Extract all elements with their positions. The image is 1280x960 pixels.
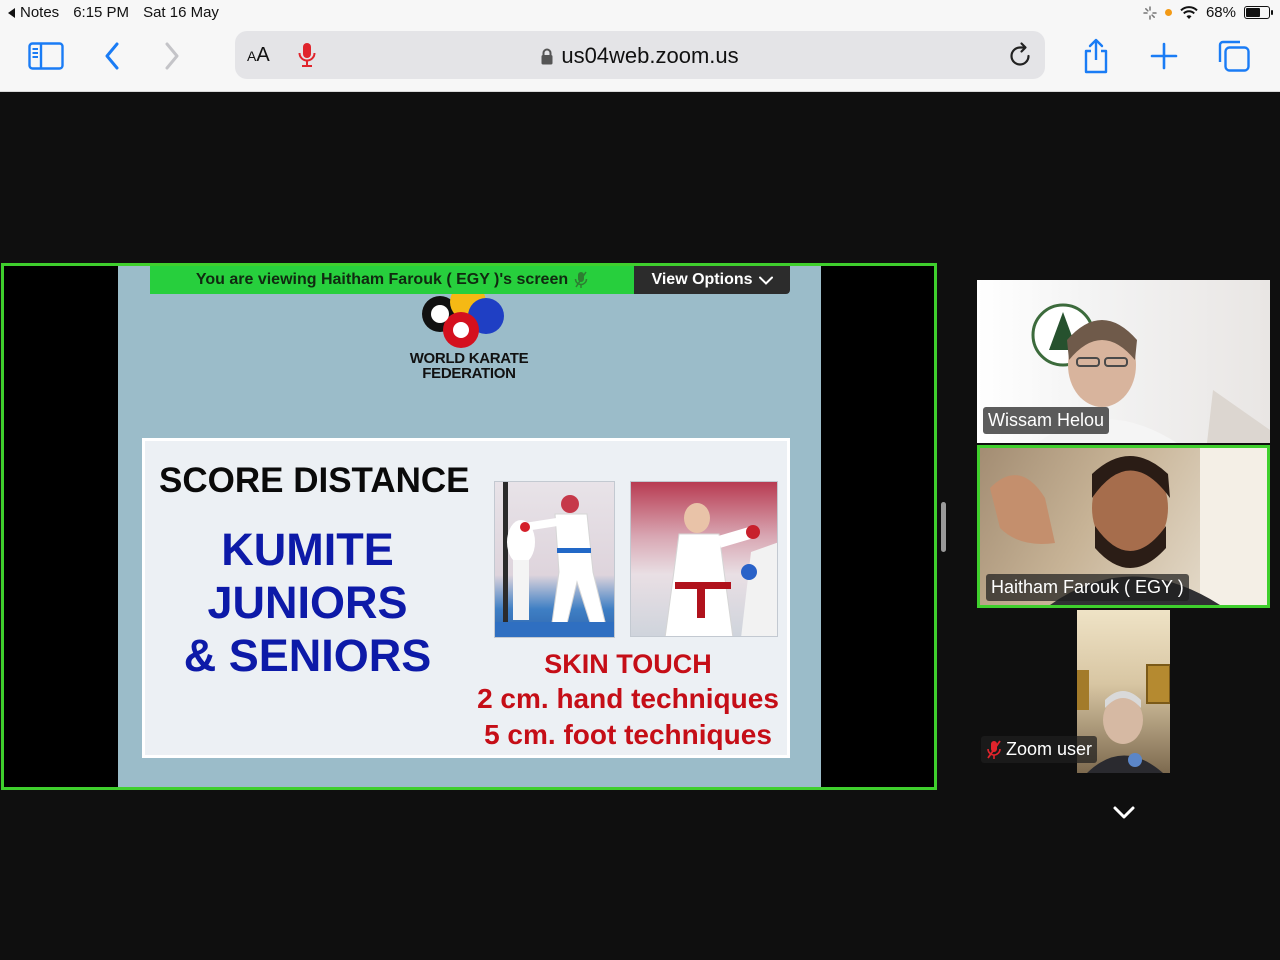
viewing-banner-text: You are viewing Haitham Farouk ( EGY )'s…: [195, 271, 569, 288]
recording-dot-icon: [1164, 9, 1172, 16]
kumite-line3: & SENIORS: [183, 630, 432, 681]
view-options-button[interactable]: View Options: [634, 266, 790, 294]
tabs-overview-button[interactable]: [1214, 36, 1254, 76]
shared-screen-view: WORLD KARATE FEDERATION SCORE DISTANCE K…: [1, 263, 937, 790]
url-text: us04web.zoom.us: [561, 43, 739, 68]
karate-photo-2: [630, 481, 778, 637]
kumite-heading: KUMITE JUNIORS & SENIORS: [165, 523, 450, 682]
karate-photo-1: [494, 481, 615, 638]
battery-percent: 68%: [1205, 4, 1236, 21]
participant-tile-wissam[interactable]: Wissam Helou: [977, 280, 1270, 443]
url-display[interactable]: us04web.zoom.us: [235, 43, 1045, 69]
new-tab-button[interactable]: [1144, 36, 1184, 76]
share-button[interactable]: [1076, 36, 1116, 76]
participant-name: Zoom user: [1006, 739, 1093, 759]
browser-chrome: Notes 6:15 PM Sat 16 May 68% AA us04web.…: [0, 0, 1280, 92]
show-more-participants-chevron-icon[interactable]: [1110, 800, 1138, 824]
status-time: 6:15 PM: [73, 4, 130, 21]
safari-toolbar: AAAA us04web.zoom.us: [0, 26, 1280, 86]
status-date: Sat 16 May: [143, 4, 219, 21]
sidebar-toggle-button[interactable]: [26, 36, 66, 76]
battery-icon: [1244, 6, 1273, 19]
share-icon: [1084, 38, 1108, 74]
new-tab-icon: [1150, 42, 1178, 70]
slide-title: SCORE DISTANCE: [159, 461, 470, 500]
forward-icon: [165, 42, 179, 70]
lock-icon: [541, 48, 553, 65]
rule-hand-techniques: 2 cm. hand techniques: [477, 683, 779, 714]
panel-resize-handle[interactable]: [941, 502, 946, 552]
back-triangle-icon: [8, 7, 15, 18]
back-to-app-link[interactable]: Notes: [8, 4, 59, 21]
participant-name-zoom-user: Zoom user: [981, 736, 1098, 763]
address-bar[interactable]: AAAA us04web.zoom.us: [235, 31, 1045, 79]
slide-content-panel: SCORE DISTANCE KUMITE JUNIORS & SENIORS: [142, 438, 790, 758]
wkf-line1: WORLD KARATE: [409, 350, 529, 367]
back-app-label: Notes: [20, 4, 60, 21]
viewing-screen-banner: You are viewing Haitham Farouk ( EGY )'s…: [150, 266, 634, 294]
participant-tile-haitham[interactable]: Haitham Farouk ( EGY ): [977, 445, 1270, 608]
reload-icon[interactable]: [1007, 41, 1033, 69]
status-bar: Notes 6:15 PM Sat 16 May 68%: [0, 0, 1280, 26]
chevron-down-icon: [758, 276, 773, 285]
skin-touch-rules: SKIN TOUCH 2 cm. hand techniques 5 cm. f…: [463, 647, 793, 753]
participant-name: Wissam Helou: [983, 407, 1110, 434]
rule-foot-techniques: 5 cm. foot techniques: [484, 719, 772, 750]
wkf-wordmark: WORLD KARATE FEDERATION: [358, 351, 580, 381]
view-options-label: View Options: [651, 271, 753, 288]
presentation-slide: WORLD KARATE FEDERATION SCORE DISTANCE K…: [118, 266, 821, 787]
participant-name: Haitham Farouk ( EGY ): [986, 574, 1189, 601]
tabs-icon: [1218, 40, 1250, 72]
kumite-line1: KUMITE: [221, 524, 394, 575]
muted-mic-icon: [987, 739, 1001, 759]
kumite-line2: JUNIORS: [207, 577, 408, 628]
back-button[interactable]: [92, 36, 132, 76]
muted-mic-icon: [574, 271, 588, 288]
wifi-icon: [1180, 5, 1198, 19]
activity-spinner-icon: [1143, 5, 1157, 20]
rule-skin-touch: SKIN TOUCH: [544, 649, 712, 679]
forward-button[interactable]: [152, 36, 192, 76]
sidebar-icon: [28, 42, 64, 70]
wkf-line2: FEDERATION: [422, 365, 516, 382]
back-icon: [105, 42, 119, 70]
